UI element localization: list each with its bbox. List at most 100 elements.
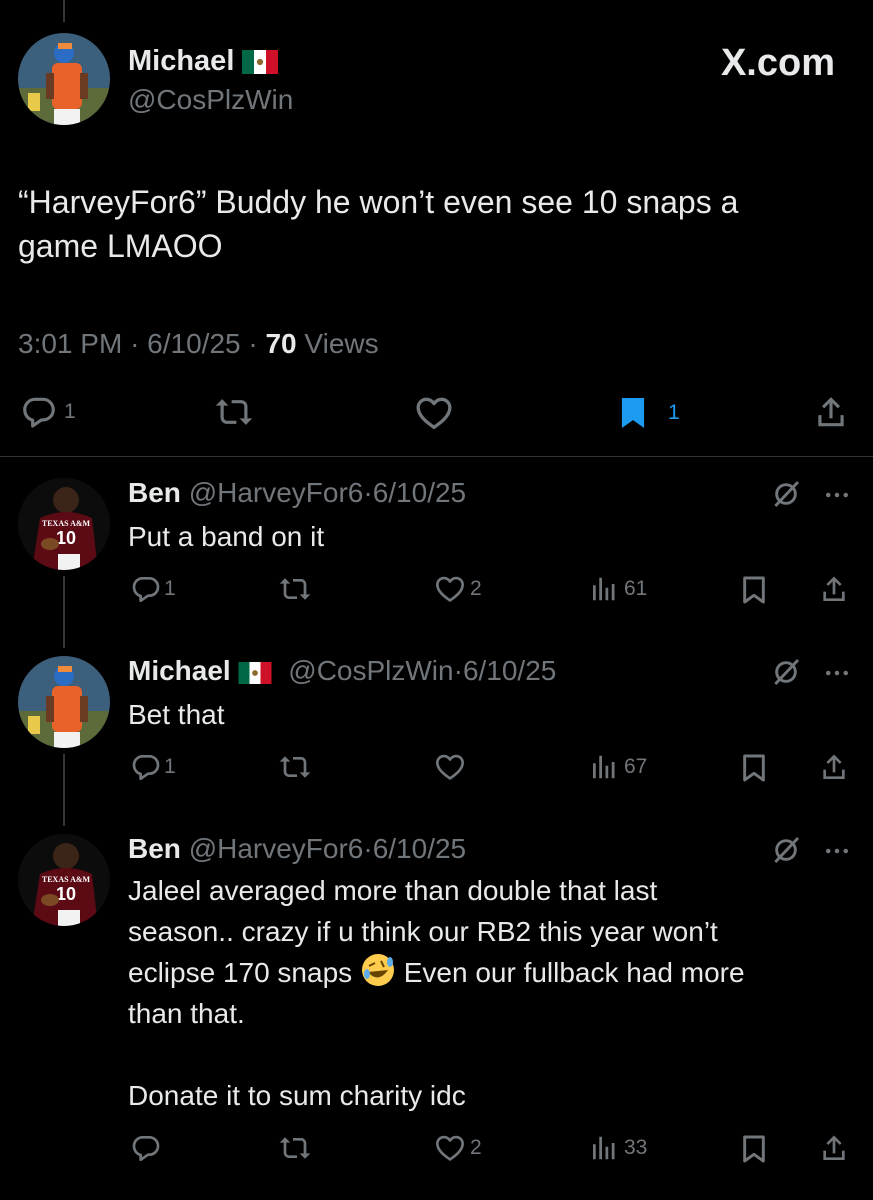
reply-button[interactable] [130, 1132, 162, 1164]
reply-header: Ben @HarveyFor6·6/10/25 [128, 832, 466, 866]
views-count: 70 [265, 328, 297, 359]
reply-text-segment: Even our fullback had more [403, 957, 745, 988]
grok-icon [770, 478, 802, 510]
like-button[interactable]: 2 [434, 573, 482, 605]
reply-text-line: Jaleel averaged more than double that la… [128, 875, 658, 906]
reply-count: 1 [164, 577, 176, 600]
views-count: 33 [624, 1136, 648, 1159]
bookmark-button[interactable] [738, 1132, 770, 1166]
views-button[interactable]: 61 [588, 573, 647, 605]
display-name[interactable]: Michael [128, 45, 234, 77]
rolling-on-floor-laughing-emoji-icon [360, 952, 396, 988]
divider [0, 456, 873, 457]
tweet-text: “HarveyFor6” Buddy he won’t even see 10 … [18, 180, 738, 268]
reply-date[interactable]: 6/10/25 [463, 655, 556, 686]
tweet-time[interactable]: 3:01 PM [18, 328, 122, 359]
heart-icon [414, 393, 454, 433]
separator: · [363, 477, 373, 508]
heart-icon [434, 751, 466, 783]
reply-button[interactable]: 1 [130, 573, 176, 605]
display-name[interactable]: Ben [128, 477, 181, 508]
mexico-flag-icon [238, 662, 272, 684]
separator: · [453, 655, 463, 686]
views-chart-icon [588, 1132, 618, 1164]
views-chart-icon [588, 751, 618, 783]
views-count: 67 [624, 755, 648, 778]
main-tweet-author[interactable]: Michael [128, 44, 278, 78]
share-icon [818, 751, 850, 783]
reply-text-line: than that. [128, 998, 245, 1029]
share-button[interactable] [818, 1132, 850, 1164]
more-button[interactable] [822, 480, 852, 510]
grok-button[interactable] [770, 478, 802, 510]
more-icon [822, 836, 852, 866]
display-name[interactable]: Ben [128, 833, 181, 864]
more-button[interactable] [822, 658, 852, 688]
avatar-ben[interactable] [18, 834, 110, 926]
views-count: 61 [624, 577, 648, 600]
views-button[interactable]: 67 [588, 751, 647, 783]
reply-text-line: season.. crazy if u think our RB2 this y… [128, 916, 718, 947]
avatar-ben[interactable] [18, 478, 110, 570]
bookmark-icon [738, 751, 770, 785]
reply-text-line: eclipse 170 snaps Even our fullback had … [128, 952, 848, 993]
share-button[interactable] [818, 751, 850, 783]
repost-button[interactable] [278, 573, 312, 605]
like-button[interactable] [414, 393, 454, 433]
bookmark-button[interactable]: 1 [614, 393, 680, 433]
like-count: 2 [470, 577, 482, 600]
repost-button[interactable] [278, 1132, 312, 1164]
like-button[interactable] [434, 751, 466, 783]
thread-line [63, 0, 65, 22]
display-name[interactable]: Michael [128, 655, 231, 686]
like-count: 2 [470, 1136, 482, 1159]
reply-date[interactable]: 6/10/25 [373, 833, 466, 864]
share-button[interactable] [818, 573, 850, 605]
share-button[interactable] [812, 393, 850, 431]
avatar-michael[interactable] [18, 656, 110, 748]
thread-line [63, 576, 65, 648]
handle[interactable]: @HarveyFor6 [189, 477, 364, 508]
repost-icon [278, 573, 312, 605]
reply-date[interactable]: 6/10/25 [373, 477, 466, 508]
grok-button[interactable] [770, 834, 802, 866]
reply-count: 1 [164, 755, 176, 778]
reply-text-segment: eclipse 170 snaps [128, 957, 353, 988]
more-icon [822, 658, 852, 688]
bookmark-count: 1 [668, 401, 680, 424]
tweet-text-line: game LMAOO [18, 228, 223, 264]
grok-button[interactable] [770, 656, 802, 688]
repost-button[interactable] [214, 393, 254, 431]
reply-icon [20, 393, 58, 431]
site-label: X.com [720, 42, 835, 84]
heart-icon [434, 1132, 466, 1164]
tweet-meta: 3:01 PM · 6/10/25 · 70 Views [18, 328, 379, 360]
mexico-flag-icon [242, 50, 278, 74]
bookmark-button[interactable] [738, 751, 770, 785]
reply-button[interactable]: 1 [20, 393, 76, 431]
views-button[interactable]: 33 [588, 1132, 647, 1164]
bookmark-button[interactable] [738, 573, 770, 607]
handle[interactable]: @CosPlzWin [128, 84, 293, 116]
share-icon [812, 393, 850, 431]
reply-button[interactable]: 1 [130, 751, 176, 783]
separator: · [363, 833, 373, 864]
repost-icon [278, 1132, 312, 1164]
more-button[interactable] [822, 836, 852, 866]
handle[interactable]: @HarveyFor6 [189, 833, 364, 864]
reply-text: Put a band on it [128, 521, 325, 552]
reply-text-line: Donate it to sum charity idc [128, 1080, 466, 1111]
views-label: Views [304, 328, 379, 359]
grok-icon [770, 656, 802, 688]
handle[interactable]: @CosPlzWin [288, 655, 453, 686]
reply-header: Ben @HarveyFor6·6/10/25 [128, 476, 466, 510]
tweet-date[interactable]: 6/10/25 [147, 328, 240, 359]
avatar-michael[interactable] [18, 33, 110, 125]
repost-button[interactable] [278, 751, 312, 783]
heart-icon [434, 573, 466, 605]
thread-line [63, 754, 65, 826]
reply-count: 1 [64, 400, 76, 423]
reply-text: Bet that [128, 699, 225, 730]
separator: · [130, 328, 140, 359]
like-button[interactable]: 2 [434, 1132, 482, 1164]
